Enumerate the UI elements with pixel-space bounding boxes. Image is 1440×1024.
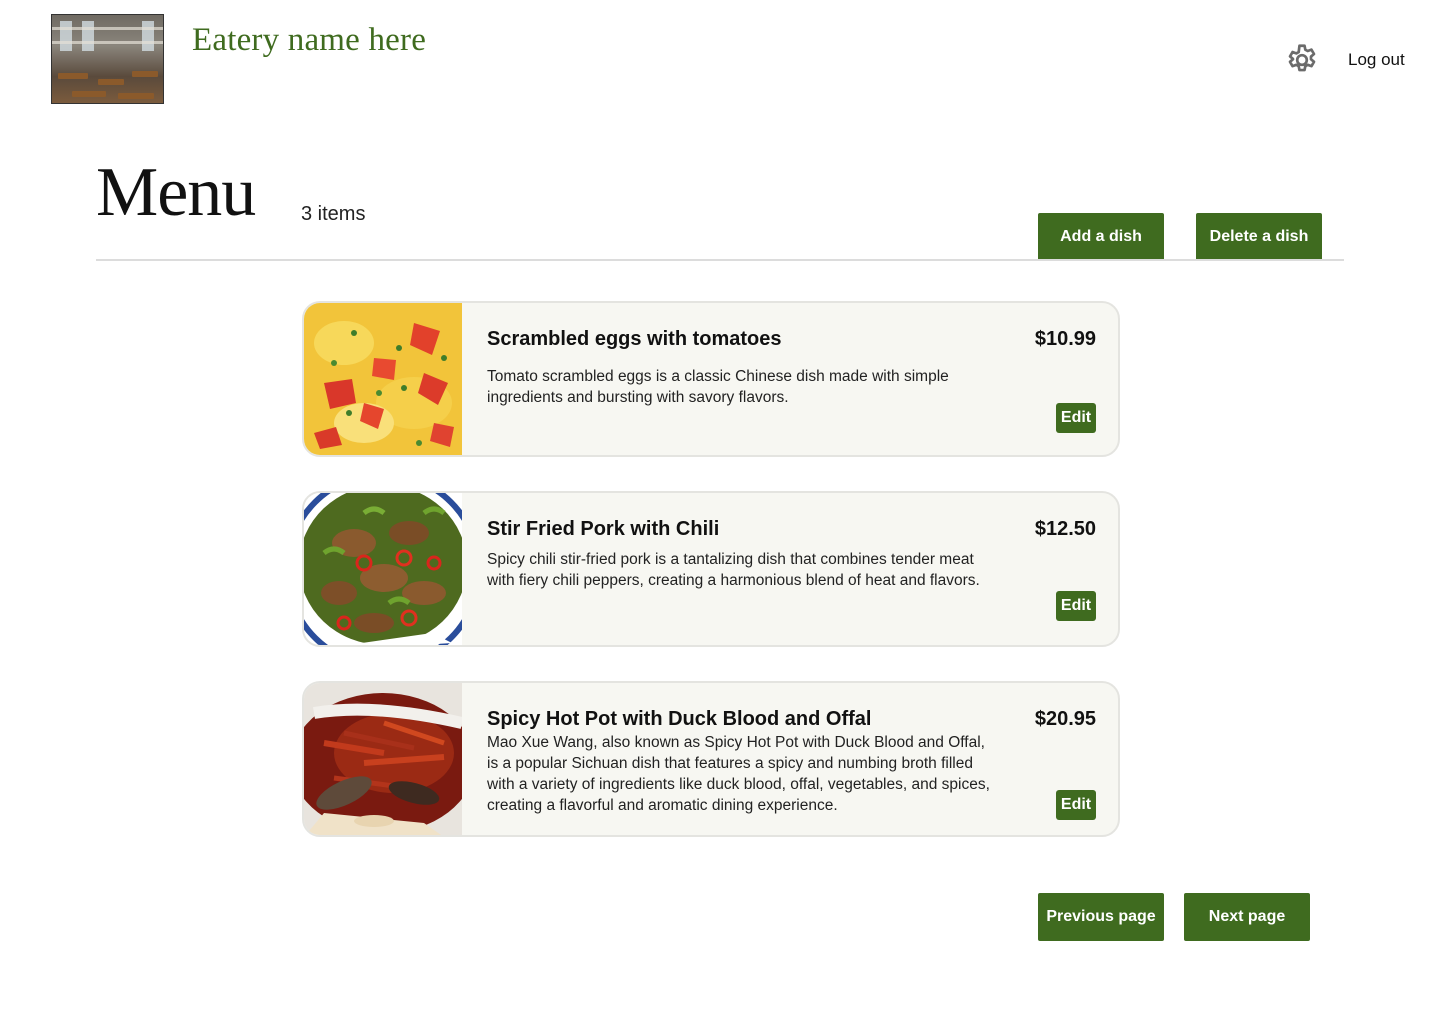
dish-name: Spicy Hot Pot with Duck Blood and Offal (487, 708, 872, 730)
logo-table (118, 93, 154, 99)
logo-table (58, 73, 88, 79)
previous-page-button[interactable]: Previous page (1038, 893, 1164, 941)
dish-description: Spicy chili stir-fried pork is a tantali… (487, 551, 980, 589)
page-title: Menu (96, 154, 256, 231)
logo-beam (52, 27, 163, 30)
restaurant-logo[interactable] (51, 14, 164, 104)
dish-price: $10.99 (1034, 328, 1096, 350)
logo-window (82, 21, 94, 51)
logo-window (142, 21, 154, 51)
dish-price: $12.50 (1034, 518, 1096, 540)
gear-icon (1288, 44, 1316, 72)
logout-link[interactable]: Log out (1348, 50, 1405, 70)
logo-table (132, 71, 158, 77)
dish-card: Spicy Hot Pot with Duck Blood and Offal … (302, 681, 1120, 837)
menu-page: Eatery name here Log out Menu 3 items Ad… (0, 0, 1440, 1024)
dish-description: Tomato scrambled eggs is a classic Chine… (487, 368, 949, 406)
logo-table (98, 79, 124, 85)
dish-name: Scrambled eggs with tomatoes (487, 328, 782, 350)
delete-dish-button[interactable]: Delete a dish (1196, 213, 1322, 261)
logo-beam (52, 41, 163, 44)
dish-card: Scrambled eggs with tomatoes $10.99 Toma… (302, 301, 1120, 457)
add-dish-button[interactable]: Add a dish (1038, 213, 1164, 261)
edit-button[interactable]: Edit (1056, 591, 1096, 621)
logo-window (60, 21, 72, 51)
edit-button[interactable]: Edit (1056, 403, 1096, 433)
dish-image (304, 303, 462, 455)
hot-pot-photo (304, 683, 462, 835)
dish-image (304, 683, 462, 835)
dish-image (304, 493, 462, 645)
eatery-name: Eatery name here (192, 22, 427, 58)
edit-button[interactable]: Edit (1056, 790, 1096, 820)
next-page-button[interactable]: Next page (1184, 893, 1310, 941)
logo-table (72, 91, 106, 97)
settings-button[interactable] (1282, 40, 1322, 80)
stir-fried-pork-photo (304, 493, 462, 645)
dish-card: Stir Fried Pork with Chili $12.50 Spicy … (302, 491, 1120, 647)
item-count: 3 items (301, 203, 366, 225)
scrambled-eggs-photo (304, 303, 462, 455)
dish-name: Stir Fried Pork with Chili (487, 518, 720, 540)
dish-price: $20.95 (1034, 708, 1096, 730)
dish-description: Mao Xue Wang, also known as Spicy Hot Po… (487, 734, 990, 814)
divider (96, 259, 1344, 261)
